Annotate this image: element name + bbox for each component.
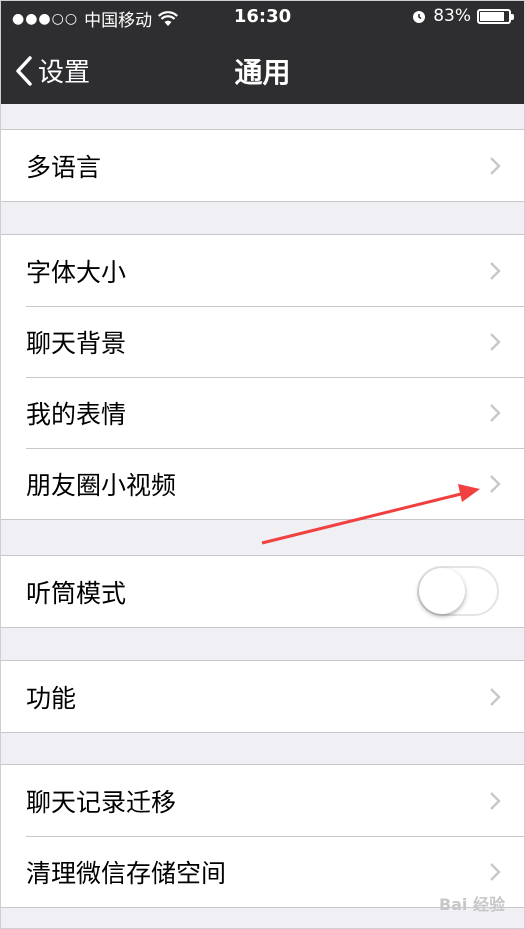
annotation-arrow bbox=[261, 484, 480, 545]
watermark-logo: Bai 经验 bbox=[438, 895, 505, 914]
